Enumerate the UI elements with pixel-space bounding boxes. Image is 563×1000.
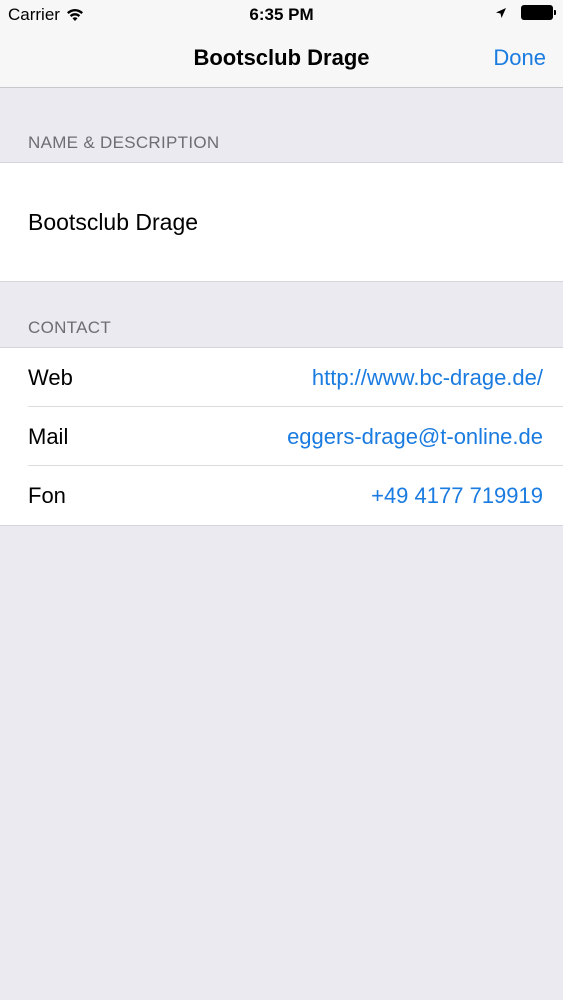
contact-row-phone[interactable]: Fon +49 4177 719919 xyxy=(0,466,563,525)
phone-label: Fon xyxy=(28,483,66,508)
name-group: Bootsclub Drage xyxy=(0,162,563,282)
contact-group: Web http://www.bc-drage.de/ Mail eggers-… xyxy=(0,347,563,526)
status-bar: Carrier 6:35 PM xyxy=(0,0,563,30)
web-label: Web xyxy=(28,365,73,390)
status-right xyxy=(495,5,556,20)
done-button[interactable]: Done xyxy=(493,45,546,71)
navigation-bar: Bootsclub Drage Done xyxy=(0,30,563,88)
location-arrow-icon xyxy=(496,7,506,18)
status-time: 6:35 PM xyxy=(249,5,314,24)
section-header-contact: CONTACT xyxy=(28,318,111,337)
name-value: Bootsclub Drage xyxy=(28,209,199,235)
screen: Carrier 6:35 PM Bootsclub Drage Done NAM… xyxy=(0,0,563,1000)
mail-label: Mail xyxy=(28,424,69,449)
web-link[interactable]: http://www.bc-drage.de/ xyxy=(312,365,543,391)
nav-title: Bootsclub Drage xyxy=(193,45,370,70)
phone-link[interactable]: +49 4177 719919 xyxy=(371,483,543,509)
mail-link[interactable]: eggers-drage@t-online.de xyxy=(287,424,543,450)
contact-row-mail[interactable]: Mail eggers-drage@t-online.de xyxy=(0,407,563,466)
section-header-name: NAME & DESCRIPTION xyxy=(28,133,220,152)
battery-icon xyxy=(521,5,556,20)
contact-row-web[interactable]: Web http://www.bc-drage.de/ xyxy=(0,348,563,407)
